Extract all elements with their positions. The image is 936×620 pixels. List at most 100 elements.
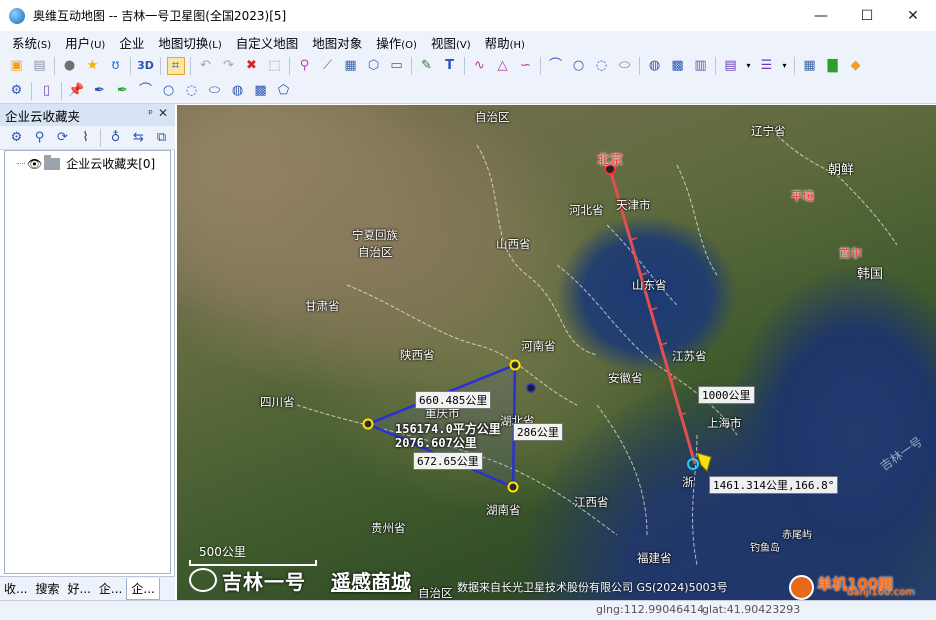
route-icon[interactable]: ʊ xyxy=(107,57,125,75)
curve-icon[interactable]: ∽ xyxy=(517,57,535,75)
panel-close-button[interactable]: ✕ xyxy=(158,106,168,120)
measure-line[interactable] xyxy=(608,168,697,465)
tab-enterprise[interactable]: 企... xyxy=(95,578,126,600)
map-label: 朝鲜 xyxy=(828,163,855,178)
sphere-icon[interactable]: ◍ xyxy=(646,57,664,75)
square-icon[interactable]: ▩ xyxy=(252,82,270,100)
tab-enterprise-cloud[interactable]: 企... xyxy=(126,577,160,600)
ellipse-icon[interactable]: ⬭ xyxy=(616,57,634,75)
tab-search[interactable]: 搜索 xyxy=(31,578,63,600)
tab-friends[interactable]: 好... xyxy=(63,578,94,600)
toolbar-separator xyxy=(190,56,191,75)
map-view[interactable]: 自治区 北京 辽宁省 天津市 河北省 朝鲜 平壤 首尔 韩国 宁夏回族 自治区 … xyxy=(177,105,936,600)
tree-item[interactable]: 👁 企业云收藏夹[0] xyxy=(17,154,155,172)
circle-icon[interactable]: ○ xyxy=(570,57,588,75)
vertex-point[interactable] xyxy=(507,481,519,493)
center-point[interactable] xyxy=(526,383,536,393)
sphere-icon[interactable]: ◍ xyxy=(229,82,247,100)
menu-custom-map[interactable]: 自定义地图 xyxy=(236,33,299,52)
ruler-icon[interactable]: ⟋ xyxy=(319,57,337,75)
circle-icon[interactable]: ○ xyxy=(160,82,178,100)
pushpin-yellow-icon[interactable] xyxy=(696,452,712,472)
hexagon-icon[interactable]: ⬡ xyxy=(365,57,383,75)
user-icon[interactable]: ● xyxy=(61,57,79,75)
menu-bar: 系统(S) 用户(U) 企业 地图切换(L) 自定义地图 地图对象 操作(O) … xyxy=(0,31,936,53)
marker-icon[interactable]: ⚲ xyxy=(296,57,314,75)
arc-icon[interactable]: ⌒ xyxy=(547,57,565,75)
province-border xyxy=(606,224,678,306)
toolbar-separator xyxy=(794,56,795,75)
grid-icon[interactable]: ▦ xyxy=(801,57,819,75)
measure-icon[interactable]: ⌗ xyxy=(166,56,185,75)
side-length-label: 286公里 xyxy=(513,423,563,441)
swap-icon[interactable]: ⇆ xyxy=(130,129,148,147)
polyline-icon[interactable]: ∿ xyxy=(471,57,489,75)
page-icon[interactable]: ▯ xyxy=(38,82,56,100)
minimize-button[interactable]: — xyxy=(798,0,844,31)
polygon-icon[interactable]: ⬠ xyxy=(275,82,293,100)
attach-icon[interactable]: ⌇ xyxy=(77,129,95,147)
refresh-icon[interactable]: ⟳ xyxy=(54,129,72,147)
eye-icon[interactable]: 👁 xyxy=(27,157,42,171)
ellipse-icon[interactable]: ⬭ xyxy=(206,82,224,100)
close-button[interactable]: ✕ xyxy=(890,0,936,31)
settings-icon[interactable]: ⚙ xyxy=(8,82,26,100)
search-icon[interactable]: ⚲ xyxy=(31,129,49,147)
toolbar-separator xyxy=(715,56,716,75)
list-icon[interactable]: ☰ xyxy=(758,57,776,75)
pushpin-green-icon[interactable]: ✒ xyxy=(114,82,132,100)
text-icon[interactable]: T xyxy=(441,57,459,75)
pushpin-blue-icon[interactable]: ✒ xyxy=(91,82,109,100)
menu-view[interactable]: 视图(V) xyxy=(431,33,471,52)
location-icon[interactable]: ♁ xyxy=(107,129,125,147)
gem-icon[interactable]: ◆ xyxy=(847,57,865,75)
toolbar-separator xyxy=(130,56,131,75)
pin-icon[interactable]: ✎ xyxy=(418,57,436,75)
undo-icon[interactable]: ↶ xyxy=(197,57,215,75)
copy-icon[interactable]: ⧉ xyxy=(153,129,171,147)
line-icon[interactable]: ⌒ xyxy=(137,82,155,100)
map-label: 平壤 xyxy=(791,189,814,203)
open-icon[interactable]: ▣ xyxy=(8,57,26,75)
maximize-button[interactable]: ☐ xyxy=(844,0,890,31)
save-icon[interactable]: ▤ xyxy=(31,57,49,75)
map-label: 甘肃省 xyxy=(305,299,340,313)
panel-title: 企业云收藏夹 xyxy=(5,108,81,124)
redo-icon[interactable]: ↷ xyxy=(220,57,238,75)
chevron-down-icon[interactable]: ▾ xyxy=(745,57,753,75)
remote-sensing-store-link[interactable]: 遥感商城 xyxy=(331,566,411,595)
menu-enterprise[interactable]: 企业 xyxy=(119,33,144,52)
3d-icon[interactable]: 3D xyxy=(137,57,155,75)
map-label: 天津市 xyxy=(616,198,651,212)
menu-map-switch[interactable]: 地图切换(L) xyxy=(158,33,221,52)
layer-icon[interactable]: ▤ xyxy=(722,57,740,75)
perimeter-result: 2076.607公里 xyxy=(395,436,477,450)
square-icon[interactable]: ▩ xyxy=(669,57,687,75)
vertex-point[interactable] xyxy=(362,418,374,430)
map-label: 福建省 xyxy=(637,551,672,565)
menu-map-objects[interactable]: 地图对象 xyxy=(312,33,362,52)
video-icon[interactable]: ▭ xyxy=(388,57,406,75)
vertex-point[interactable] xyxy=(509,359,521,371)
delete-icon[interactable]: ✖ xyxy=(243,57,261,75)
triangle-icon[interactable]: △ xyxy=(494,57,512,75)
bus-icon[interactable]: ▦ xyxy=(342,57,360,75)
status-bar: glng:112.99046414 glat:41.90423293 xyxy=(0,600,936,620)
book-icon[interactable]: ▥ xyxy=(692,57,710,75)
tab-favorites[interactable]: 收... xyxy=(0,578,31,600)
menu-help[interactable]: 帮助(H) xyxy=(485,33,525,52)
map-label: 山东省 xyxy=(632,278,667,292)
select-icon[interactable]: ⬚ xyxy=(266,57,284,75)
chevron-down-icon[interactable]: ▾ xyxy=(781,57,789,75)
menu-user[interactable]: 用户(U) xyxy=(65,33,105,52)
pushpin-yellow-icon[interactable]: 📌 xyxy=(68,82,86,100)
pin-icon[interactable]: ᵖ xyxy=(148,107,153,120)
province-border xyxy=(596,404,648,536)
menu-operation[interactable]: 操作(O) xyxy=(376,33,417,52)
arc2-icon[interactable]: ◌ xyxy=(593,57,611,75)
menu-system[interactable]: 系统(S) xyxy=(12,33,51,52)
gear-icon[interactable]: ⚙ xyxy=(8,129,26,147)
chat-icon[interactable]: ▇ xyxy=(824,57,842,75)
arc-icon[interactable]: ◌ xyxy=(183,82,201,100)
star-icon[interactable]: ★ xyxy=(84,57,102,75)
